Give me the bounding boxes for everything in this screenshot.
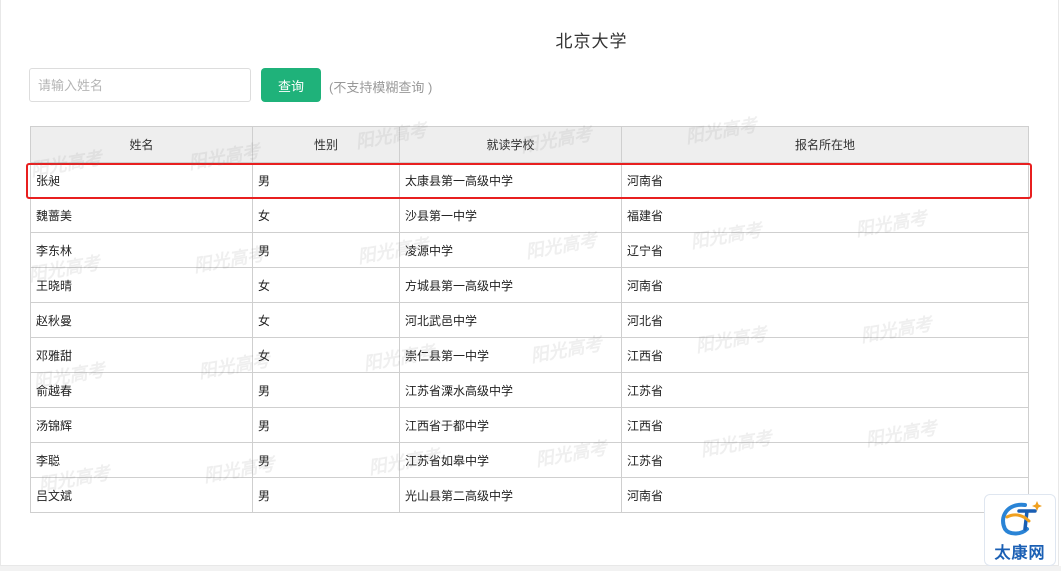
header-name: 姓名	[30, 126, 253, 163]
query-button[interactable]: 查询	[261, 68, 321, 102]
tc-logo-icon	[1001, 501, 1042, 536]
table-row: 汤锦辉男江西省于都中学 江西省	[30, 407, 1029, 443]
cell-gender: 男	[252, 407, 400, 443]
cell-region: 江苏省	[621, 372, 1029, 408]
cell-name: 魏蔷美	[30, 197, 253, 233]
cell-name: 邓雅甜	[30, 337, 253, 373]
cell-school: 河北武邑中学	[399, 302, 622, 338]
cell-school: 光山县第二高级中学	[399, 477, 622, 513]
cell-name: 俞越春	[30, 372, 253, 408]
table-row: 张昶男太康县第一高级中学 河南省	[30, 162, 1029, 198]
cell-school: 方城县第一高级中学	[399, 267, 622, 303]
cell-name: 李东林	[30, 232, 253, 268]
cell-region: 河北省	[621, 302, 1029, 338]
page-title: 北京大学	[555, 32, 628, 51]
cell-name: 吕文斌	[30, 477, 253, 513]
cell-gender: 男	[252, 372, 400, 408]
cell-gender: 女	[252, 302, 400, 338]
header-region: 报名所在地	[621, 126, 1029, 163]
cell-gender: 男	[252, 162, 400, 198]
cell-school: 沙县第一中学	[399, 197, 622, 233]
cell-region: 河南省	[621, 162, 1029, 198]
cell-region: 江西省	[621, 337, 1029, 373]
cell-gender: 男	[252, 442, 400, 478]
cell-gender: 男	[252, 232, 400, 268]
header-gender: 性别	[252, 126, 400, 163]
cell-region: 辽宁省	[621, 232, 1029, 268]
cell-region: 河南省	[621, 267, 1029, 303]
header-school: 就读学校	[399, 126, 622, 163]
bottom-band	[0, 566, 1061, 571]
table-row: 李聪男江苏省如皋中学 江苏省	[30, 442, 1029, 478]
cell-name: 赵秋曼	[30, 302, 253, 338]
table-row: 赵秋曼女河北武邑中学 河北省	[30, 302, 1029, 338]
cell-gender: 女	[252, 197, 400, 233]
logo-text: 太康网	[994, 545, 1046, 562]
cell-name: 汤锦辉	[30, 407, 253, 443]
table-row: 李东林男凌源中学 辽宁省	[30, 232, 1029, 268]
table-header-row: 姓名 性别 就读学校 报名所在地	[30, 126, 1029, 163]
cell-name: 张昶	[30, 162, 253, 198]
name-search-input[interactable]	[29, 68, 251, 102]
admission-table: 姓名 性别 就读学校 报名所在地 张昶男太康县第一高级中学 河南省 魏蔷美女沙县第…	[30, 126, 1029, 513]
cell-school: 太康县第一高级中学	[399, 162, 622, 198]
cell-region: 江西省	[621, 407, 1029, 443]
cell-school: 江苏省溧水高级中学	[399, 372, 622, 408]
table-row: 魏蔷美女沙县第一中学 福建省	[30, 197, 1029, 233]
cell-name: 王晓晴	[30, 267, 253, 303]
cell-region: 河南省	[621, 477, 1029, 513]
table-row: 王晓晴女方城县第一高级中学 河南省	[30, 267, 1029, 303]
cell-gender: 男	[252, 477, 400, 513]
cell-region: 江苏省	[621, 442, 1029, 478]
table-row: 邓雅甜女崇仁县第一中学 江西省	[30, 337, 1029, 373]
cell-gender: 女	[252, 267, 400, 303]
cell-school: 江西省于都中学	[399, 407, 622, 443]
table-row: 俞越春男江苏省溧水高级中学 江苏省	[30, 372, 1029, 408]
cell-region: 福建省	[621, 197, 1029, 233]
cell-school: 江苏省如皋中学	[399, 442, 622, 478]
table-row: 吕文斌男光山县第二高级中学 河南省	[30, 477, 1029, 513]
taikang-logo[interactable]: 太康网	[984, 494, 1056, 566]
cell-gender: 女	[252, 337, 400, 373]
cell-school: 崇仁县第一中学	[399, 337, 622, 373]
cell-school: 凌源中学	[399, 232, 622, 268]
cell-name: 李聪	[30, 442, 253, 478]
fuzzy-search-hint: (不支持模糊查询 )	[329, 80, 433, 95]
